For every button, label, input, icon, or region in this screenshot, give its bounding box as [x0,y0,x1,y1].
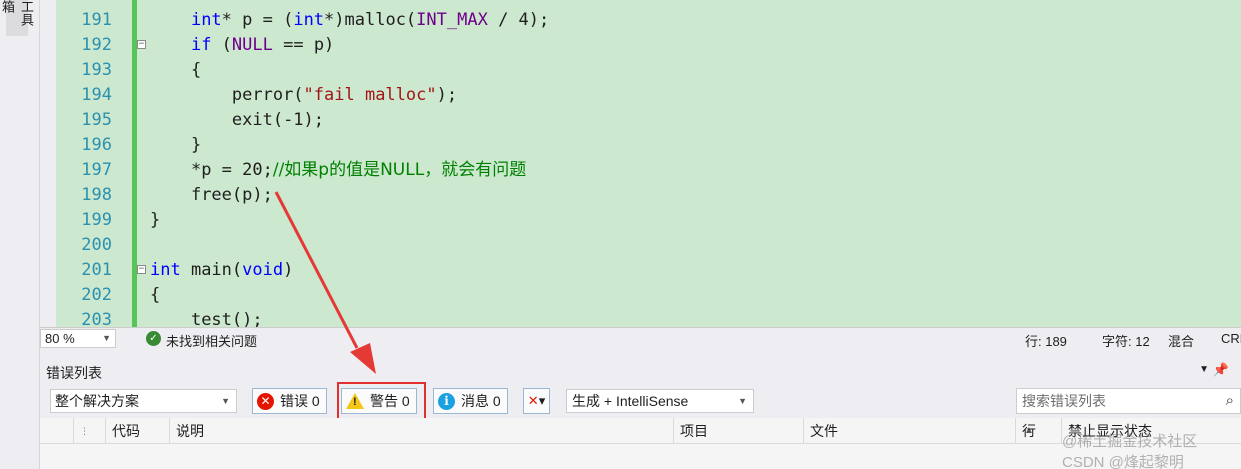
column-file[interactable]: 文件 [804,418,1016,444]
errors-filter-button[interactable]: ✕ 错误 0 [252,388,327,414]
scope-dropdown[interactable]: 整个解决方案 ▼ [50,389,237,413]
line-number: 198 [81,185,112,205]
mode-indicator[interactable]: 混合 [1168,331,1194,350]
search-placeholder: 搜索错误列表 [1022,393,1106,409]
chevron-down-icon: ▼ [738,396,747,406]
code-line[interactable]: 191 int* p = (int*)malloc(INT_MAX / 4); [40,8,1241,33]
code-text: perror("fail malloc"); [231,85,458,105]
code-line[interactable]: 197 *p = 20;//如果p的值是NULL，就会有问题 [40,158,1241,183]
editor-status-bar: 80 % ▼ ✓ 未找到相关问题 行: 189 字符: 12 混合 CRLF [40,327,1241,349]
code-text: free(p); [190,185,273,205]
chevron-down-icon: ▼ [221,396,230,406]
line-number: 196 [81,135,112,155]
code-text: *p = 20;//如果p的值是NULL，就会有问题 [190,160,527,180]
code-line[interactable]: 194 perror("fail malloc"); [40,83,1241,108]
error-list-toolbar: 整个解决方案 ▼ ✕ 错误 0 ! 警告 0 i 消息 0 ✕▾ 生成 + Int… [40,385,1241,417]
collapse-icon[interactable]: − [137,40,146,49]
messages-label: 消息 0 [461,393,501,409]
clear-filter-icon: ✕ [527,393,539,408]
zoom-value: 80 % [45,331,75,346]
watermark: @稀土掘金技术社区 CSDN @烽起黎明 [1062,433,1198,469]
column-project[interactable]: 项目 [674,418,804,444]
zoom-dropdown[interactable]: 80 % ▼ [40,329,116,348]
pin-icon[interactable]: 📌 [1213,362,1229,378]
code-line[interactable]: 196 } [40,133,1241,158]
code-line[interactable]: 203 test(); [40,308,1241,327]
line-number: 200 [81,235,112,255]
check-circle-icon: ✓ [146,331,161,346]
warnings-highlight-box [337,382,426,422]
code-line[interactable]: 202 { [40,283,1241,308]
code-text: if (NULL == p) [190,35,335,55]
code-line[interactable]: 201 − int main(void) [40,258,1241,283]
line-number: 203 [81,310,112,327]
code-text: } [150,210,161,230]
code-text: int main(void) [150,260,294,280]
source-value: 生成 + IntelliSense [572,393,689,409]
collapse-icon[interactable]: − [137,265,146,274]
toolbox-tab[interactable]: 工具箱 [0,0,34,36]
code-text: } [190,135,202,155]
header-spacer [40,418,74,444]
code-text: exit(-1); [231,110,325,130]
code-line[interactable]: 200 [40,233,1241,258]
code-editor[interactable]: 191 int* p = (int*)malloc(INT_MAX / 4); 1… [40,0,1241,327]
column-line[interactable]: 行 [1016,418,1062,444]
messages-filter-button[interactable]: i 消息 0 [433,388,508,414]
code-line[interactable]: 199} [40,208,1241,233]
line-number: 193 [81,60,112,80]
error-list-title-bar: 错误列表 ▼ 📌 [40,360,1241,384]
issues-status[interactable]: 未找到相关问题 [166,331,257,350]
line-number: 195 [81,110,112,130]
line-number: 202 [81,285,112,305]
line-number: 197 [81,160,112,180]
source-dropdown[interactable]: 生成 + IntelliSense ▼ [566,389,754,413]
chevron-down-icon: ▼ [102,333,111,343]
window-menu-icon[interactable]: ▼ [1199,364,1209,375]
toolbox-label: 工具箱 [0,0,34,26]
code-text: test(); [190,310,263,327]
line-number: 192 [81,35,112,55]
line-number: 191 [81,10,112,30]
code-line[interactable]: 195 exit(-1); [40,108,1241,133]
scope-value: 整个解决方案 [55,393,139,409]
code-text: { [190,60,202,80]
errors-label: 错误 0 [280,393,320,409]
code-text: { [150,285,161,305]
code-text: int* p = (int*)malloc(INT_MAX / 4); [190,10,550,30]
error-icon: ✕ [257,392,274,410]
char-indicator[interactable]: 字符: 12 [1102,331,1150,350]
code-line[interactable]: 198 free(p); [40,183,1241,208]
info-icon: i [438,392,455,410]
error-list-headers: ⋮ 代码 说明 项目 文件 ▲ 行 禁止显示状态 [40,418,1241,444]
eol-indicator[interactable]: CRLF [1221,331,1241,346]
search-icon: ⌕ [1225,392,1234,409]
error-list-body [40,444,1241,469]
error-list-title: 错误列表 [46,365,102,381]
toolbox-strip: 工具箱 [0,0,40,469]
header-filter-icon[interactable]: ⋮ [74,418,106,444]
line-number: 201 [81,260,112,280]
line-number: 194 [81,85,112,105]
search-error-list-input[interactable]: 搜索错误列表 ⌕ [1016,388,1241,414]
column-description[interactable]: 说明 [170,418,674,444]
line-indicator[interactable]: 行: 189 [1025,331,1067,350]
column-code[interactable]: 代码 [106,418,170,444]
code-line[interactable]: 193 { [40,58,1241,83]
line-number: 199 [81,210,112,230]
code-line[interactable]: 192 − if (NULL == p) [40,33,1241,58]
clear-filter-button[interactable]: ✕▾ [523,388,550,414]
